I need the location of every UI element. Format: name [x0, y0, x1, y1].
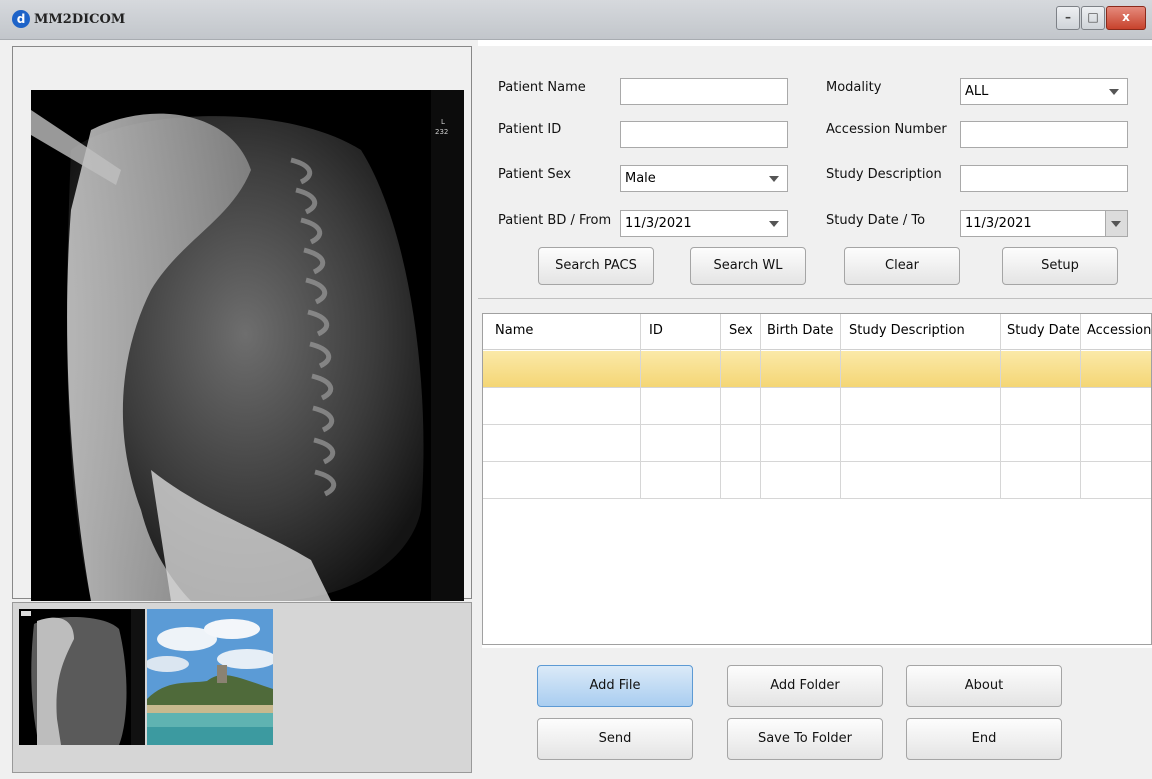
- xray-image: L 232: [31, 90, 464, 601]
- action-panel: Add File Add Folder About Send Save To F…: [478, 648, 1152, 779]
- patient-sex-select[interactable]: Male: [620, 165, 788, 192]
- column-divider: [841, 314, 1001, 498]
- maximize-button[interactable]: □: [1081, 6, 1105, 30]
- patient-sex-value: Male: [625, 171, 656, 186]
- thumbnail-xray[interactable]: [19, 609, 145, 745]
- modality-label: Modality: [826, 80, 882, 95]
- panel-divider: [478, 299, 1152, 313]
- column-divider: [1001, 314, 1081, 498]
- xray-image-graphic: L 232: [31, 90, 464, 601]
- patient-id-input[interactable]: [620, 121, 788, 148]
- patient-bd-picker[interactable]: 11/3/2021: [620, 210, 788, 237]
- xray-corner-label: L: [441, 118, 445, 126]
- results-table[interactable]: Name ID Sex Birth Date Study Description…: [482, 313, 1152, 645]
- title-bar: d MM2DICOM – □ x: [0, 0, 1152, 40]
- column-divider: [483, 314, 641, 498]
- column-header-accession[interactable]: Accession: [1087, 323, 1151, 338]
- study-description-label: Study Description: [826, 167, 942, 182]
- search-pacs-button[interactable]: Search PACS: [538, 247, 654, 285]
- xray-corner-value: 232: [435, 128, 448, 136]
- column-divider: [721, 314, 761, 498]
- minimize-button[interactable]: –: [1056, 6, 1080, 30]
- accession-number-input[interactable]: [960, 121, 1128, 148]
- add-folder-button[interactable]: Add Folder: [727, 665, 883, 707]
- thumbnail-photo-graphic: [147, 609, 273, 745]
- setup-button[interactable]: Setup: [1002, 247, 1118, 285]
- study-description-input[interactable]: [960, 165, 1128, 192]
- column-divider: [641, 314, 721, 498]
- modality-select[interactable]: ALL: [960, 78, 1128, 105]
- column-divider: [761, 314, 841, 498]
- patient-bd-value: 11/3/2021: [625, 216, 692, 231]
- accession-number-label: Accession Number: [826, 122, 947, 137]
- chevron-down-icon: [1109, 89, 1119, 95]
- patient-id-label: Patient ID: [498, 122, 562, 137]
- chevron-down-icon: [1111, 221, 1121, 227]
- chevron-down-icon: [769, 176, 779, 182]
- search-form: Patient Name Patient ID Patient Sex Male…: [478, 46, 1152, 299]
- patient-name-label: Patient Name: [498, 80, 586, 95]
- patient-bd-label: Patient BD / From: [498, 213, 612, 228]
- thumbnail-photo[interactable]: [147, 609, 273, 745]
- close-button[interactable]: x: [1106, 6, 1146, 30]
- about-button[interactable]: About: [906, 665, 1062, 707]
- end-button[interactable]: End: [906, 718, 1062, 760]
- patient-name-input[interactable]: [620, 78, 788, 105]
- chevron-down-icon: [769, 221, 779, 227]
- study-date-value: 11/3/2021: [965, 216, 1032, 231]
- image-viewer[interactable]: L 232: [12, 46, 472, 601]
- search-wl-button[interactable]: Search WL: [690, 247, 806, 285]
- patient-sex-label: Patient Sex: [498, 167, 572, 182]
- window-title: MM2DICOM: [34, 12, 126, 27]
- send-button[interactable]: Send: [537, 718, 693, 760]
- thumbnail-xray-graphic: [19, 609, 145, 745]
- study-date-picker[interactable]: 11/3/2021: [960, 210, 1128, 237]
- modality-value: ALL: [965, 84, 989, 99]
- save-to-folder-button[interactable]: Save To Folder: [727, 718, 883, 760]
- thumbnail-strip: [12, 602, 472, 773]
- clear-button[interactable]: Clear: [844, 247, 960, 285]
- app-logo-icon: d: [12, 10, 30, 28]
- dropdown-button[interactable]: [1105, 211, 1127, 236]
- study-date-label: Study Date / To: [826, 213, 926, 228]
- add-file-button[interactable]: Add File: [537, 665, 693, 707]
